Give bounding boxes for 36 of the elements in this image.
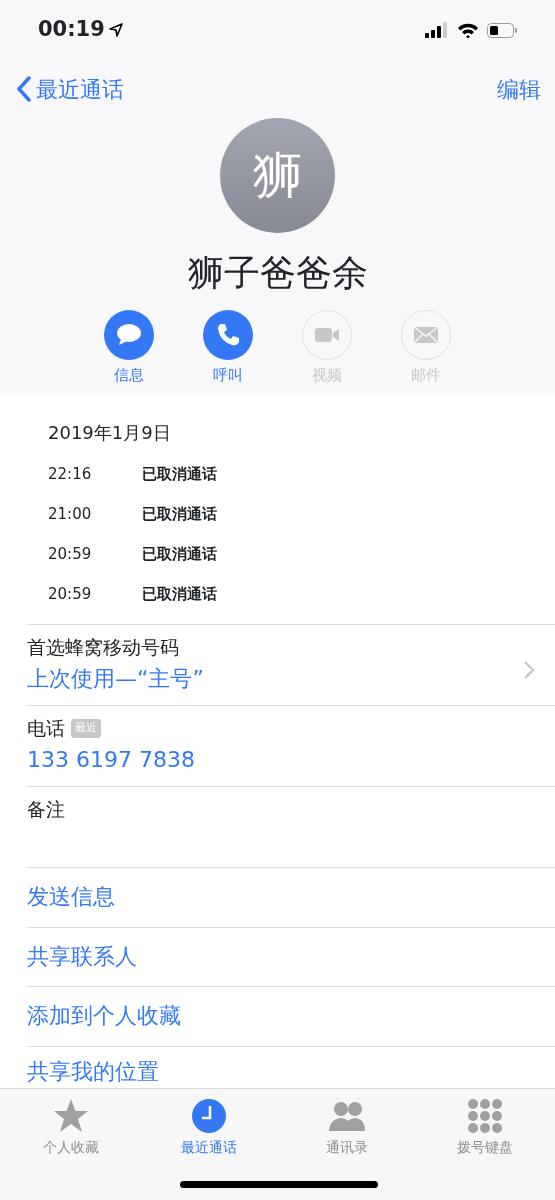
battery-icon [487,22,517,38]
keypad-icon [465,1097,504,1135]
clock-icon [189,1097,228,1135]
call-status: 已取消通话 [142,586,217,602]
back-button[interactable]: 最近通话 [16,72,124,106]
contact-name: 狮子爸爸余 [187,251,368,295]
field-label: 电话 [27,716,65,741]
tab-bar-item[interactable]: 拨号键盘 [415,1089,554,1200]
back-chevron-icon [16,76,32,102]
location-arrow-icon [108,23,123,37]
signal-icon [425,21,449,39]
wifi-icon [457,21,479,39]
tab-bar-item[interactable]: 通讯录 [277,1089,416,1200]
call-time: 21:00 [48,506,93,522]
call-status: 已取消通话 [142,546,217,562]
action-link[interactable]: 添加到个人收藏 [27,986,555,1046]
field-label: 备注 [27,797,65,822]
edit-button[interactable]: 编辑 [497,72,541,106]
field-value: 上次使用—“主号” [27,664,204,693]
tab-bar-item[interactable]: 个人收藏 [1,1089,140,1200]
call-status: 已取消通话 [142,506,217,522]
action-link[interactable]: 共享我的位置 [27,1045,555,1088]
phone-number-link[interactable]: 133 6197 7838 [27,742,195,776]
call-time: 22:16 [48,466,93,482]
call-time: 20:59 [48,546,93,562]
avatar: 狮 [220,118,335,233]
field-label: 首选蜂窝移动号码 [27,635,179,660]
clock-time: 00:19 [38,16,105,44]
action-button[interactable]: 信息 [79,310,179,387]
tab-bar-item[interactable]: 最近通话 [139,1089,278,1200]
call-time: 20:59 [48,586,93,602]
action-link[interactable]: 共享联系人 [27,926,555,986]
action-link[interactable]: 发送信息 [27,867,555,927]
call-date: 2019年1月9日 [48,421,172,445]
call-status: 已取消通话 [142,466,217,482]
action-button[interactable]: 呼叫 [178,310,278,387]
